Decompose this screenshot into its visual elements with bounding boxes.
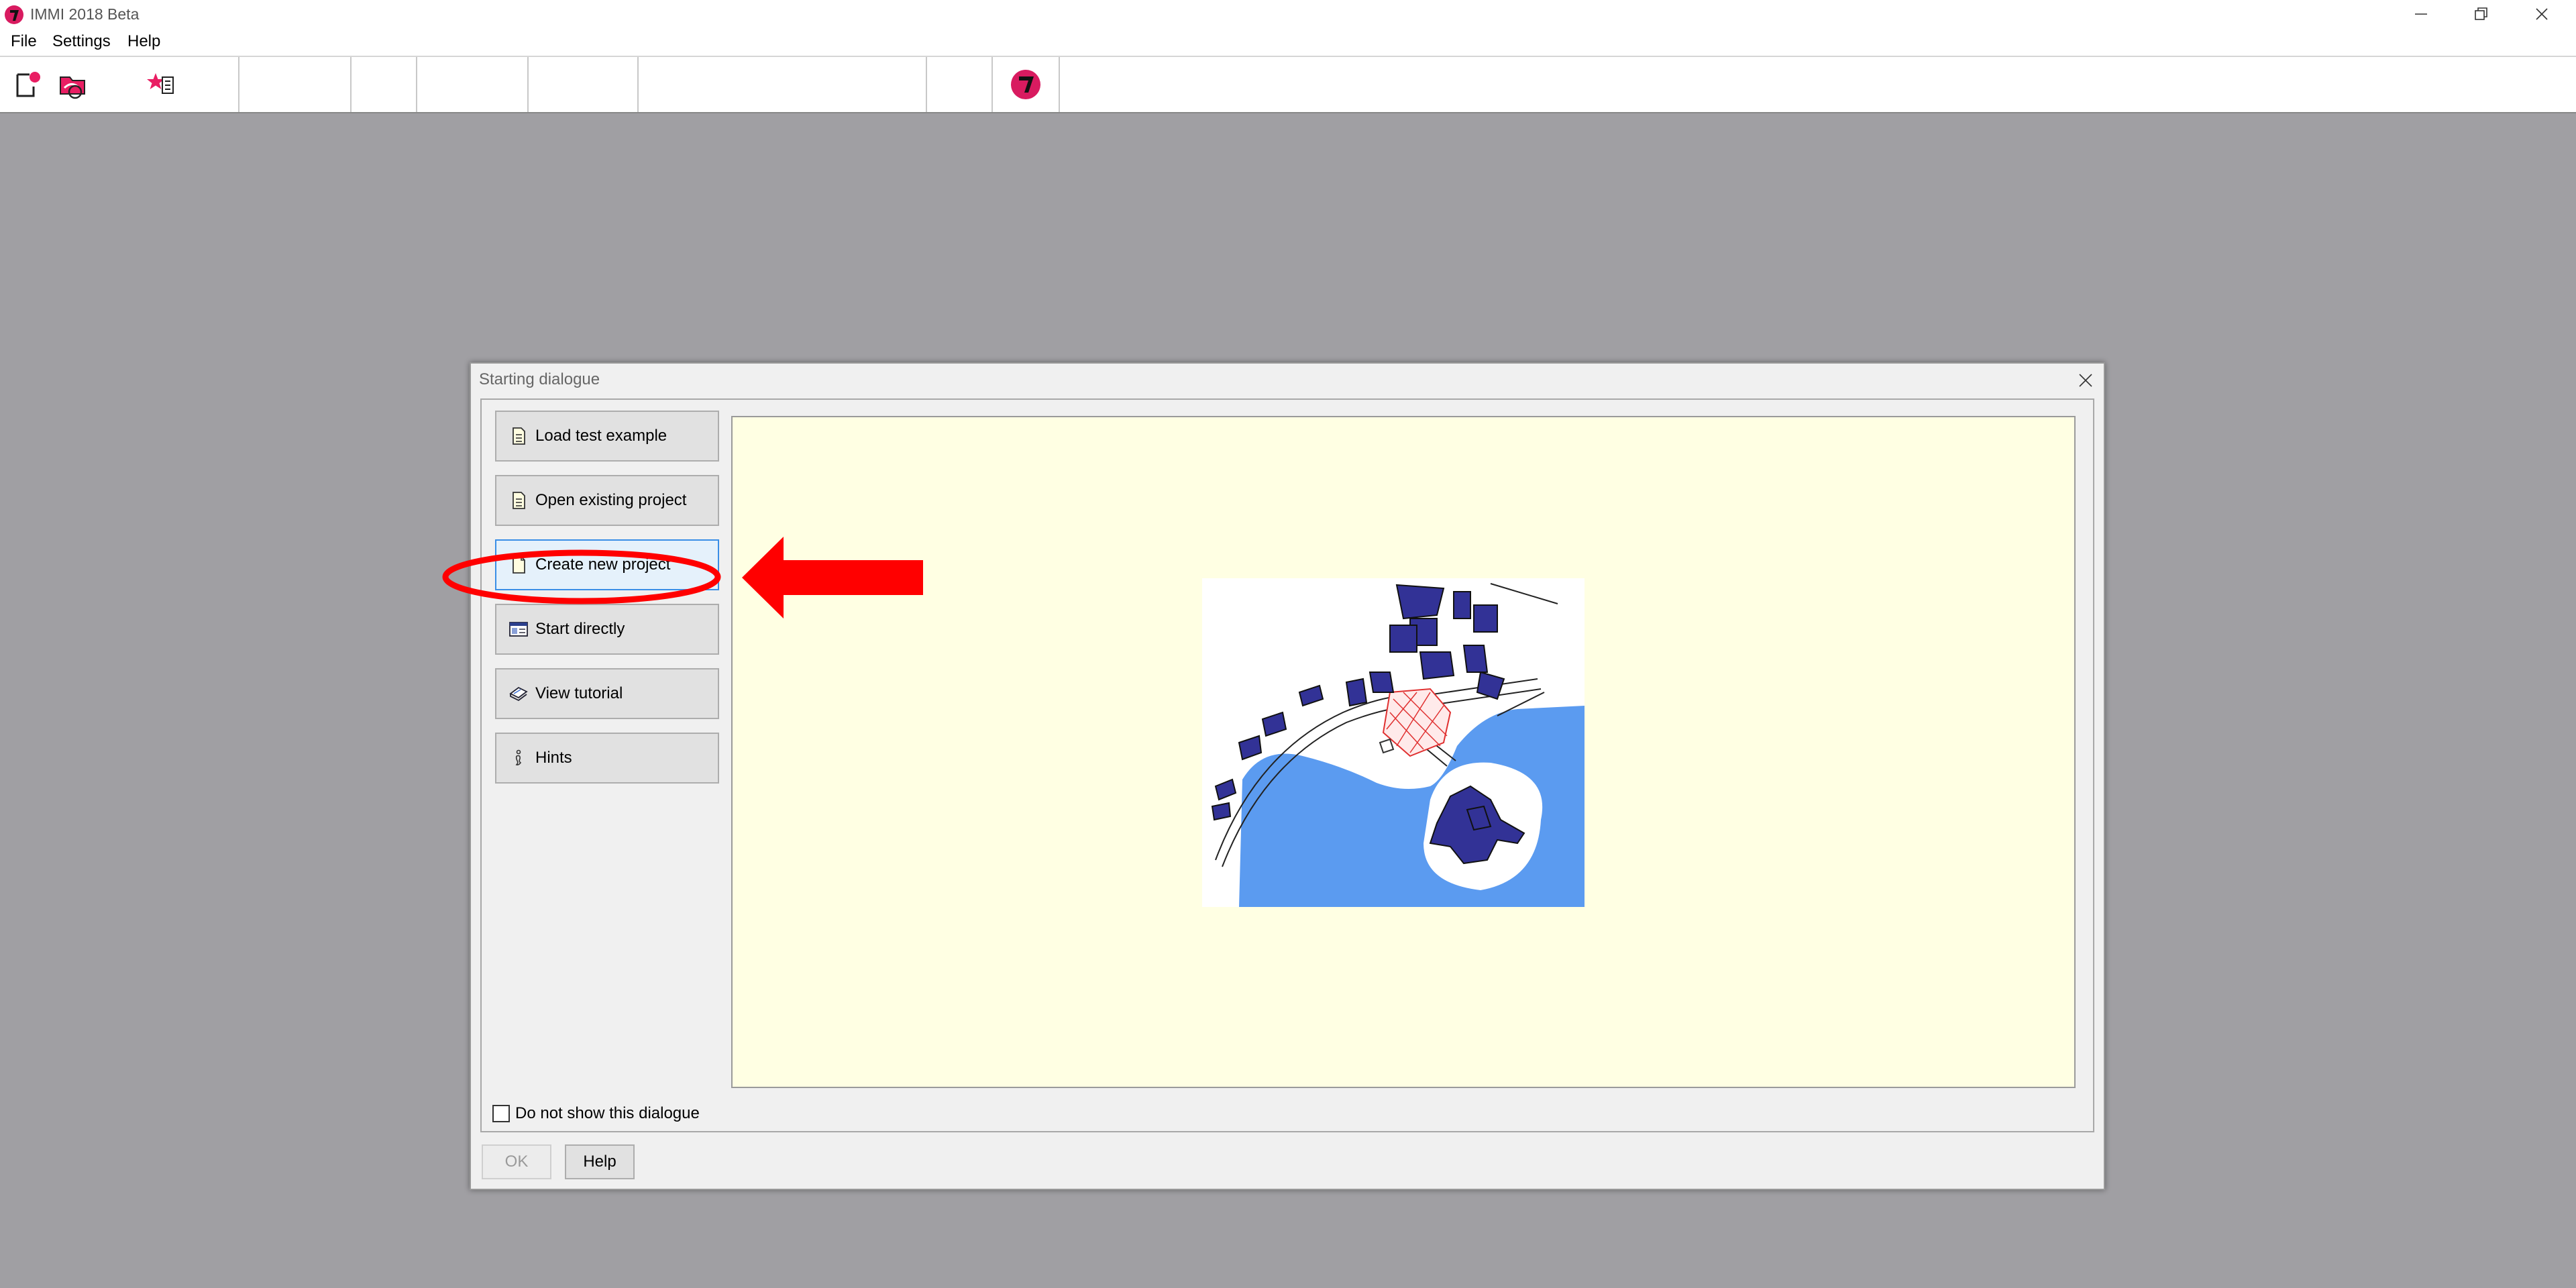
window-icon bbox=[509, 622, 528, 637]
restore-button[interactable] bbox=[2451, 0, 2512, 28]
checkbox-box[interactable] bbox=[492, 1105, 510, 1122]
info-icon bbox=[515, 749, 522, 765]
help-button[interactable]: Help bbox=[565, 1144, 635, 1179]
load-test-example-label: Load test example bbox=[535, 427, 667, 445]
menu-file[interactable]: File bbox=[8, 32, 40, 51]
book-icon bbox=[509, 686, 528, 702]
document-icon bbox=[513, 427, 525, 445]
open-existing-project-label: Open existing project bbox=[535, 491, 687, 509]
red-arrow-annotation bbox=[742, 537, 923, 619]
toolbar-separator bbox=[991, 57, 993, 112]
preview-panel bbox=[731, 416, 2076, 1088]
toolbar-separator bbox=[637, 57, 639, 112]
favorites-icon[interactable] bbox=[144, 66, 180, 103]
dont-show-label: Do not show this dialogue bbox=[515, 1104, 700, 1122]
toolbar-separator bbox=[238, 57, 239, 112]
toolbar-separator bbox=[1059, 57, 1060, 112]
dialog-content: Load test example Open existing project … bbox=[480, 398, 2094, 1132]
menu-settings[interactable]: Settings bbox=[50, 32, 113, 51]
open-project-icon[interactable] bbox=[54, 66, 90, 103]
title-bar: IMMI 2018 Beta bbox=[0, 0, 2576, 28]
starting-dialog: Starting dialogue Load test example Open… bbox=[470, 362, 2105, 1190]
view-tutorial-button[interactable]: View tutorial bbox=[495, 668, 719, 719]
dialog-title: Starting dialogue bbox=[479, 370, 600, 388]
hints-label: Hints bbox=[535, 749, 572, 767]
load-test-example-button[interactable]: Load test example bbox=[495, 411, 719, 462]
dialog-close-button[interactable] bbox=[2074, 369, 2097, 392]
menu-bar: File Settings Help bbox=[0, 28, 2576, 56]
start-directly-button[interactable]: Start directly bbox=[495, 604, 719, 655]
toolbar-separator bbox=[350, 57, 352, 112]
preview-map-image bbox=[1202, 578, 1585, 907]
start-directly-label: Start directly bbox=[535, 620, 625, 638]
menu-help[interactable]: Help bbox=[125, 32, 163, 51]
minimize-button[interactable] bbox=[2391, 0, 2451, 28]
toolbar-separator bbox=[527, 57, 529, 112]
document-icon bbox=[513, 492, 525, 509]
highlight-ellipse-annotation bbox=[442, 549, 721, 604]
app-logo-icon bbox=[3, 4, 25, 25]
window-title: IMMI 2018 Beta bbox=[30, 5, 140, 23]
new-project-icon[interactable] bbox=[9, 66, 46, 103]
close-window-button[interactable] bbox=[2512, 0, 2572, 28]
toolbar-separator bbox=[926, 57, 927, 112]
open-existing-project-button[interactable]: Open existing project bbox=[495, 475, 719, 526]
toolbar bbox=[0, 57, 2576, 113]
dont-show-checkbox[interactable]: Do not show this dialogue bbox=[492, 1104, 700, 1123]
ok-button[interactable]: OK bbox=[482, 1144, 551, 1179]
toolbar-separator bbox=[416, 57, 417, 112]
immi-logo-icon[interactable] bbox=[1008, 66, 1044, 103]
view-tutorial-label: View tutorial bbox=[535, 684, 623, 702]
hints-button[interactable]: Hints bbox=[495, 733, 719, 784]
